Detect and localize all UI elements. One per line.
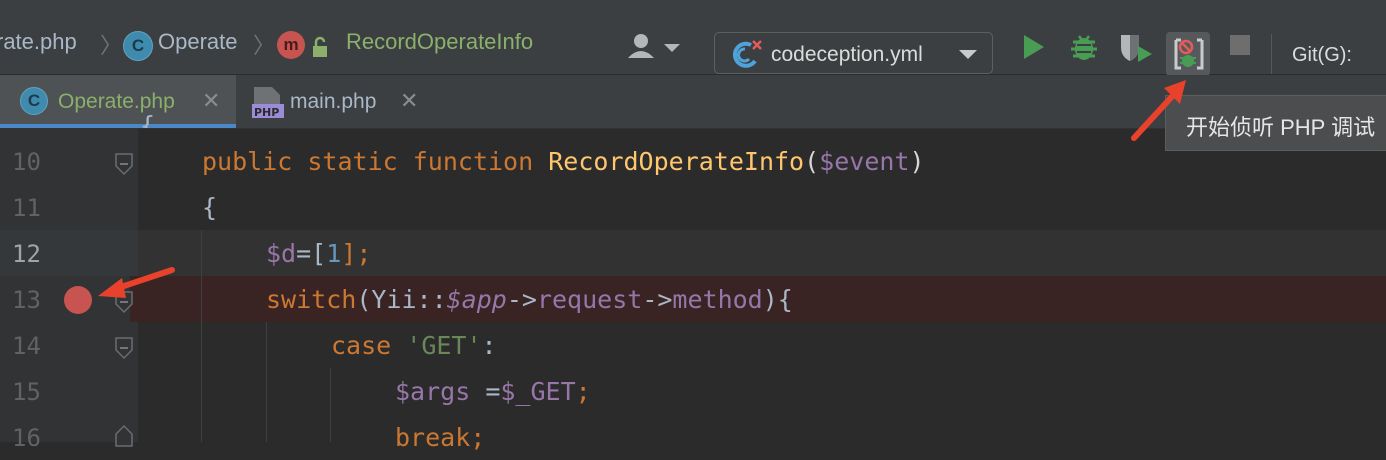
breadcrumb-separator: 〉 (253, 33, 276, 58)
line-number: 15 (12, 378, 41, 406)
breakpoint-marker[interactable] (64, 286, 92, 314)
debug-icon[interactable] (1069, 32, 1099, 62)
vcs-user-icon[interactable] (626, 32, 680, 62)
listen-php-debug-button[interactable] (1166, 32, 1210, 76)
fold-marker-icon[interactable] (114, 152, 134, 176)
navigation-bar: rate.php 〉 C Operate 〉 m RecordOperateIn… (0, 10, 1386, 76)
svg-text:PHP: PHP (254, 106, 279, 119)
class-icon: C (123, 31, 153, 61)
fold-marker-icon[interactable] (114, 424, 134, 448)
stop-icon[interactable] (1229, 34, 1251, 56)
tab-label: main.php (290, 90, 377, 113)
tooltip-text: 开始侦听 PHP 调试 (1186, 115, 1376, 140)
run-icon[interactable] (1022, 34, 1046, 60)
tooltip: 开始侦听 PHP 调试 (1165, 95, 1386, 151)
close-icon[interactable]: ✕ (400, 88, 418, 114)
lock-icon (313, 36, 327, 57)
breadcrumb-file[interactable]: rate.php (0, 10, 77, 74)
line-number: 16 (12, 424, 41, 452)
indent-guide (266, 322, 267, 442)
code-line-16: break; (395, 423, 486, 452)
code-line-12: $d=[1]; (266, 239, 372, 268)
line-number: 10 (12, 148, 41, 176)
tab-operate-php[interactable]: C Operate.php ✕ (0, 75, 236, 128)
indent-guide (330, 368, 331, 442)
code-line-13: switch(Yii::$app->request->method){ (266, 285, 793, 314)
git-label[interactable]: Git(G): (1292, 44, 1352, 67)
codeception-icon (733, 40, 762, 68)
indent-guide (201, 230, 202, 442)
method-icon: m (277, 31, 305, 59)
code-line-10: public static function RecordOperateInfo… (202, 147, 925, 176)
fold-marker-icon[interactable] (114, 336, 134, 360)
listen-debug-connections-icon (1174, 38, 1204, 70)
line-number: 12 (12, 240, 41, 268)
annotation-arrow-icon (98, 267, 175, 298)
run-configuration-select[interactable]: codeception.yml (714, 32, 993, 74)
close-icon[interactable]: ✕ (202, 88, 220, 114)
code-partial-brace: { (140, 111, 156, 128)
line-number: 11 (12, 194, 41, 222)
line-number: 14 (12, 332, 41, 360)
line-number: 13 (12, 286, 41, 314)
code-line-14: case 'GET': (331, 331, 497, 360)
php-file-icon: PHP (252, 87, 284, 119)
code-line-15: $args =$_GET; (395, 377, 591, 406)
annotation-arrow-icon (1131, 80, 1186, 141)
toolbar-separator (1271, 34, 1272, 74)
run-configuration-label: codeception.yml (771, 43, 923, 66)
class-icon: C (20, 87, 48, 115)
breadcrumb-class[interactable]: Operate (158, 10, 238, 74)
tab-main-php[interactable]: PHP main.php ✕ (236, 75, 426, 128)
chevron-down-icon (959, 50, 977, 59)
run-with-coverage-icon[interactable] (1118, 32, 1154, 64)
tab-label: Operate.php (58, 90, 175, 113)
code-line-11: { (202, 193, 218, 222)
title-strip (0, 0, 1386, 10)
breadcrumb-method[interactable]: RecordOperateInfo (346, 10, 533, 74)
breadcrumb-separator: 〉 (100, 33, 123, 58)
